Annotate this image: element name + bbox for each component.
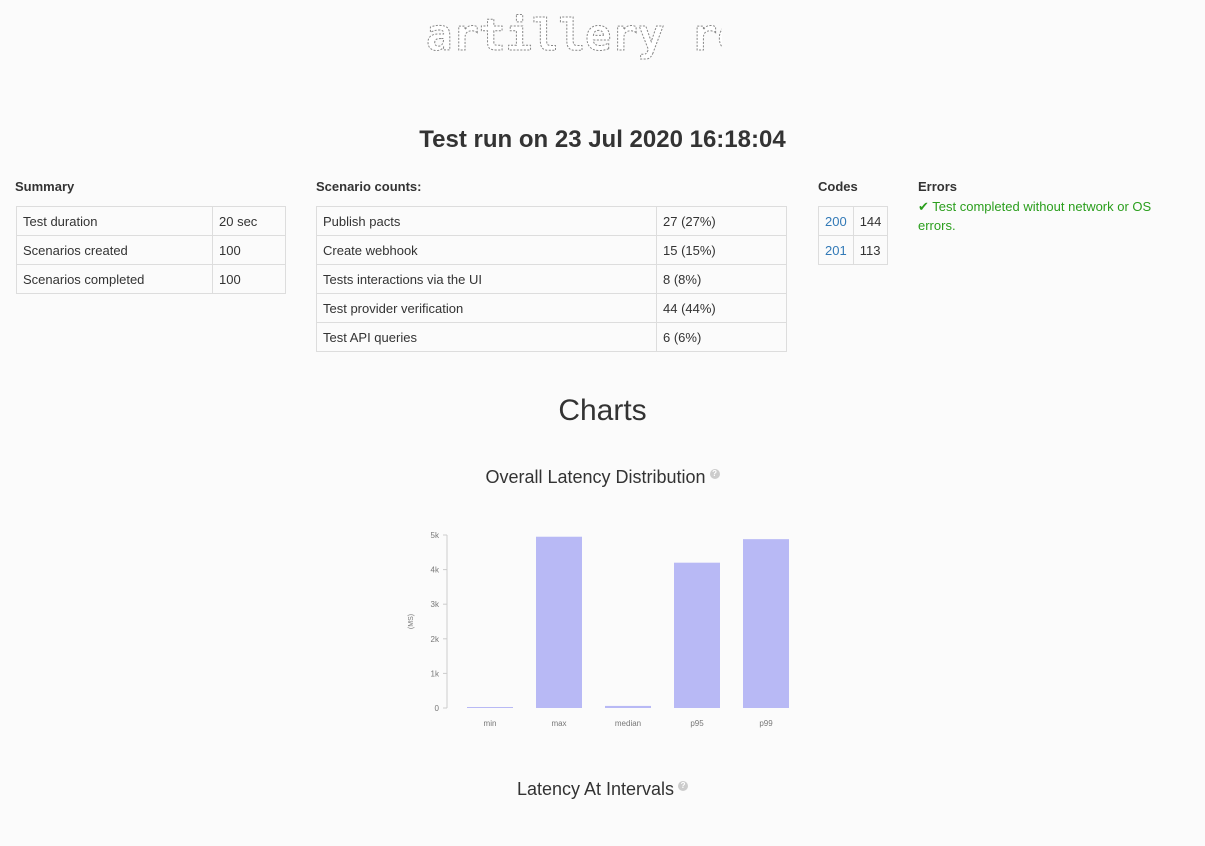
scenario-name: Create webhook — [316, 235, 657, 265]
table-row: Scenarios created 100 — [16, 235, 286, 265]
y-axis-label: (MS) — [408, 614, 415, 629]
summary-heading: Summary — [15, 179, 75, 194]
y-tick-label: 4k — [431, 566, 440, 575]
bar-p99 — [743, 539, 789, 708]
page-title: Test run on 23 Jul 2020 16:18:04 — [419, 126, 786, 153]
table-row: Create webhook 15 (15%) — [316, 235, 787, 265]
x-tick-label: p95 — [690, 719, 704, 728]
table-row: 200 144 — [818, 206, 889, 236]
bar-median — [605, 705, 651, 708]
bar-min — [467, 707, 513, 708]
errors-heading: Errors — [918, 179, 958, 194]
status-code: 201 — [818, 235, 854, 265]
summary-label: Test duration — [16, 206, 213, 236]
status-code: 200 — [818, 206, 854, 236]
summary-table: Test duration 20 sec Scenarios created 1… — [16, 206, 286, 294]
scenario-name: Publish pacts — [316, 206, 657, 236]
charts-heading: Charts — [558, 394, 647, 427]
codes-heading: Codes — [818, 179, 858, 194]
latency-distribution-chart: 0 1k 2k 3k 4k 5k (MS) min max median p95 p99 — [408, 531, 789, 728]
x-tick-label: max — [551, 719, 566, 728]
x-tick-label: min — [484, 719, 497, 728]
artillery-report-logo: artillery report — [426, 10, 722, 62]
scenario-name: Test API queries — [316, 322, 657, 352]
latency-distribution-title-text: Overall Latency Distribution — [485, 467, 706, 487]
scenario-counts-table: Publish pacts 27 (27%) Create webhook 15… — [316, 206, 787, 352]
latency-intervals-title-text: Latency At Intervals — [516, 779, 675, 799]
y-tick-label: 3k — [431, 600, 440, 609]
scenario-counts-heading: Scenario counts: — [316, 179, 422, 194]
summary-value: 20 sec — [212, 206, 286, 236]
bar-max — [536, 536, 582, 708]
logo-text: artillery report — [426, 10, 722, 61]
summary-label: Scenarios completed — [16, 264, 213, 294]
scenario-name: Test provider verification — [316, 293, 657, 323]
y-tick-label: 0 — [435, 704, 440, 713]
help-icon[interactable]: ? — [709, 469, 720, 479]
x-tick-label: median — [615, 719, 641, 728]
table-row: Test duration 20 sec — [16, 206, 286, 236]
y-tick-label: 2k — [431, 635, 440, 644]
summary-label: Scenarios created — [16, 235, 213, 265]
summary-value: 100 — [212, 264, 286, 294]
bar-p95 — [674, 562, 720, 708]
latency-intervals-title: Latency At Intervals? — [0, 779, 1205, 800]
scenario-name: Tests interactions via the UI — [316, 264, 657, 294]
scenario-count: 44 (44%) — [656, 293, 787, 323]
latency-distribution-title: Overall Latency Distribution? — [0, 467, 1205, 488]
table-row: Test provider verification 44 (44%) — [316, 293, 787, 323]
table-row: 201 113 — [818, 235, 889, 265]
table-row: Tests interactions via the UI 8 (8%) — [316, 264, 787, 294]
status-code-count: 144 — [852, 206, 889, 236]
codes-table: 200 144 201 113 — [818, 206, 889, 265]
scenario-count: 27 (27%) — [656, 206, 787, 236]
y-tick-label: 5k — [431, 531, 440, 540]
scenario-count: 15 (15%) — [656, 235, 787, 265]
table-row: Publish pacts 27 (27%) — [316, 206, 787, 236]
scenario-count: 6 (6%) — [656, 322, 787, 352]
scenario-count: 8 (8%) — [656, 264, 787, 294]
x-tick-label: p99 — [759, 719, 773, 728]
table-row: Scenarios completed 100 — [16, 264, 286, 294]
table-row: Test API queries 6 (6%) — [316, 322, 787, 352]
summary-value: 100 — [212, 235, 286, 265]
status-code-count: 113 — [852, 235, 889, 265]
y-tick-label: 1k — [431, 669, 440, 678]
help-icon[interactable]: ? — [678, 781, 689, 791]
errors-message: ✔ Test completed without network or OS e… — [918, 199, 1152, 233]
